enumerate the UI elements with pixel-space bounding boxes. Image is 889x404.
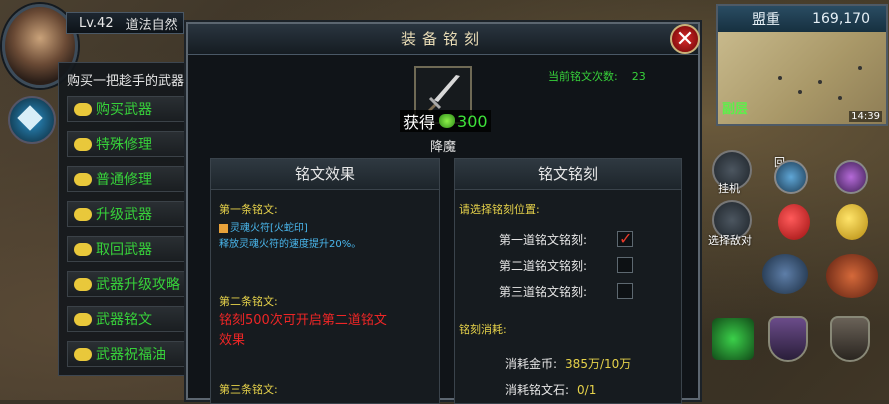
menu-normal-repair[interactable]: 普通修理 xyxy=(67,166,189,192)
gold-cost: 消耗金币: 385万/10万 xyxy=(505,357,632,371)
second-inscription-label: 第二条铭文: xyxy=(219,295,278,308)
slot-2-checkbox[interactable] xyxy=(617,257,633,273)
menu-upgrade-guide[interactable]: 武器升级攻略 xyxy=(67,271,189,297)
skill-menu-icon[interactable] xyxy=(8,96,56,144)
map-marker xyxy=(838,96,842,100)
minimap-header: 盟重 169,170 xyxy=(718,6,886,32)
chat-bubble-icon xyxy=(74,312,92,326)
magic-shield-icon[interactable] xyxy=(768,316,808,362)
menu-weapon-inscription[interactable]: 武器铭文 xyxy=(67,306,189,332)
player-coordinates: 169,170 xyxy=(812,11,870,27)
auto-hang-label: 挂机 xyxy=(718,182,740,195)
physical-shield-icon[interactable] xyxy=(830,316,870,362)
map-marker xyxy=(778,76,782,80)
map-marker xyxy=(798,90,802,94)
chat-bubble-icon xyxy=(74,172,92,186)
chat-bubble-icon xyxy=(74,207,92,221)
inscription-count: 当前铭文次数: 23 xyxy=(548,70,646,83)
chat-bubble-icon xyxy=(74,102,92,116)
inscription-dialog: 装备铭刻 ✕ 获得 300 降魔 当前铭文次数: 23 铭文效果 第一条铭文: 灵… xyxy=(186,22,700,404)
map-marker xyxy=(858,66,862,70)
zone-name: 副层 xyxy=(722,102,749,117)
chat-bubble-icon xyxy=(74,137,92,151)
hp-potion-icon[interactable] xyxy=(778,204,810,240)
gem-icon xyxy=(439,114,456,128)
skill-effect-icon[interactable] xyxy=(762,254,808,294)
obtain-value: 300 xyxy=(457,111,488,131)
slot-1-label: 第一道铭文铭刻: xyxy=(499,233,588,247)
slot-1-checkbox[interactable]: ✓ xyxy=(617,229,633,248)
cost-label: 铭刻消耗: xyxy=(459,323,507,336)
player-level-bar: Lv.42 道法自然 xyxy=(66,12,184,34)
chat-bubble-icon xyxy=(74,242,92,256)
checkmark-icon: ✓ xyxy=(619,229,633,248)
engrave-header: 铭文铭刻 xyxy=(455,159,681,190)
npc-intro-text: 购买一把趁手的武器 xyxy=(67,74,185,89)
select-position-label: 请选择铭刻位置: xyxy=(459,203,540,216)
first-inscription-rune: 灵魂火符[火蛇印] xyxy=(219,219,308,234)
menu-retrieve-weapon[interactable]: 取回武器 xyxy=(67,236,189,262)
heal-skill-icon[interactable] xyxy=(712,318,754,360)
inscription-effects-panel: 铭文效果 第一条铭文: 灵魂火符[火蛇印] 释放灵魂火符的速度提升20%。 第二… xyxy=(210,158,440,404)
menu-blessing-oil[interactable]: 武器祝福油 xyxy=(67,341,189,367)
npc-menu-panel: 购买一把趁手的武器 购买武器 特殊修理 普通修理 升级武器 取回武器 武器升级攻… xyxy=(58,62,190,376)
player-level: Lv.42 xyxy=(79,15,114,31)
fire-skill-icon[interactable] xyxy=(826,254,878,298)
second-inscription-desc-1: 铭刻500次可开启第二道铭文 xyxy=(219,313,387,328)
first-inscription-label: 第一条铭文: xyxy=(219,203,278,216)
dialog-title: 装备铭刻 xyxy=(188,24,698,55)
menu-special-repair[interactable]: 特殊修理 xyxy=(67,131,189,157)
weapon-name: 降魔 xyxy=(429,140,456,155)
slot-3-checkbox[interactable] xyxy=(617,283,633,299)
slot-2-label: 第二道铭文铭刻: xyxy=(499,259,588,273)
chat-bubble-icon xyxy=(74,277,92,291)
player-name: 道法自然 xyxy=(125,17,178,33)
return-scroll-icon[interactable] xyxy=(774,160,808,194)
minimap[interactable]: 盟重 169,170 副层 14:39 xyxy=(716,4,888,126)
effects-header: 铭文效果 xyxy=(211,159,439,190)
inscription-engrave-panel: 铭文铭刻 请选择铭刻位置: 第一道铭文铭刻: ✓ 第二道铭文铭刻: 第三道铭文铭… xyxy=(454,158,682,404)
chat-bubble-icon xyxy=(74,347,92,361)
mp-potion-icon[interactable] xyxy=(836,204,868,240)
menu-upgrade-weapon[interactable]: 升级武器 xyxy=(67,201,189,227)
third-inscription-label: 第三条铭文: xyxy=(219,383,278,396)
close-button[interactable]: ✕ xyxy=(670,24,700,54)
server-name: 盟重 xyxy=(752,12,780,28)
select-target-label: 选择敌对 xyxy=(708,234,752,247)
obtain-label: 获得 xyxy=(403,113,436,132)
teleport-scroll-icon[interactable] xyxy=(834,160,868,194)
obtain-reward: 获得 300 xyxy=(400,110,491,132)
map-marker xyxy=(818,80,822,84)
first-inscription-desc: 释放灵魂火符的速度提升20%。 xyxy=(219,239,362,250)
menu-buy-weapon[interactable]: 购买武器 xyxy=(67,96,189,122)
clock: 14:39 xyxy=(849,111,882,122)
second-inscription-desc-2: 效果 xyxy=(219,333,246,348)
stone-cost: 消耗铭文石: 0/1 xyxy=(505,383,597,397)
rune-icon xyxy=(219,223,228,233)
slot-3-label: 第三道铭文铭刻: xyxy=(499,285,588,299)
